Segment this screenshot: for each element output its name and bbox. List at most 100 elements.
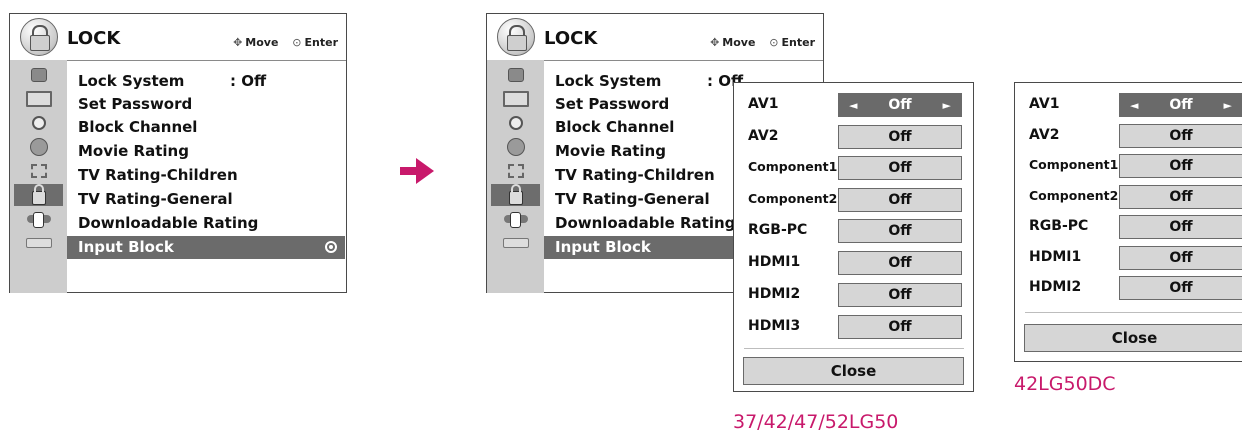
input-toggle[interactable]: Off xyxy=(838,125,962,149)
input-label: Component1 xyxy=(1029,157,1119,172)
input-toggle[interactable]: Off xyxy=(838,283,962,307)
input-block-popup-alt: AV1 ◄ Off ► AV2 Off Component1 Off Compo… xyxy=(1014,82,1242,362)
input-row-hdmi1: HDMI1 Off xyxy=(1015,243,1242,273)
disc-icon[interactable] xyxy=(14,112,63,134)
menu-item-label: Set Password xyxy=(555,95,670,113)
menu-item-label: Downloadable Rating xyxy=(78,214,259,232)
input-toggle[interactable]: Off xyxy=(838,156,962,180)
input-value: Off xyxy=(888,160,912,176)
menu-item-lock-system[interactable]: Lock System : Off xyxy=(67,70,345,93)
film-icon[interactable] xyxy=(491,160,540,182)
enter-label: Enter xyxy=(781,36,816,49)
menu-item-set-password[interactable]: Set Password xyxy=(67,93,345,116)
enter-label: Enter xyxy=(304,36,339,49)
input-value: Off xyxy=(888,223,912,239)
camera-icon[interactable] xyxy=(491,64,540,86)
menu-item-label: Lock System xyxy=(555,72,662,90)
input-toggle[interactable]: Off xyxy=(1119,215,1242,239)
input-toggle[interactable]: ◄ Off ► xyxy=(1119,93,1242,117)
close-button[interactable]: Close xyxy=(743,357,964,385)
disc-icon[interactable] xyxy=(491,112,540,134)
menu-item-tv-rating-general[interactable]: TV Rating-General xyxy=(67,188,345,211)
move-label: Move xyxy=(245,36,279,49)
menu-help: ✥ Move ⊙ Enter xyxy=(710,36,815,49)
menu-item-label: TV Rating-General xyxy=(555,190,710,208)
input-row-hdmi3: HDMI3 Off xyxy=(734,312,973,342)
input-row-component2: Component2 Off xyxy=(1015,182,1242,212)
input-row-component1: Component1 Off xyxy=(1015,151,1242,181)
input-value: Off xyxy=(1169,158,1193,174)
input-toggle[interactable]: Off xyxy=(838,251,962,275)
input-label: Component2 xyxy=(748,191,838,206)
plug-icon[interactable] xyxy=(14,208,63,230)
menu-item-label: Input Block xyxy=(78,238,174,256)
menu-item-label: Movie Rating xyxy=(555,142,666,160)
menu-item-tv-rating-children[interactable]: TV Rating-Children xyxy=(67,164,345,187)
input-toggle[interactable]: Off xyxy=(1119,276,1242,300)
menu-item-label: Set Password xyxy=(78,95,193,113)
screen-icon[interactable] xyxy=(14,88,63,110)
input-row-component1: Component1 Off xyxy=(734,153,973,183)
menu-item-value: : Off xyxy=(230,72,267,90)
input-value: Off xyxy=(888,287,912,303)
input-toggle[interactable]: Off xyxy=(838,315,962,339)
input-row-av2: AV2 Off xyxy=(734,122,973,152)
input-toggle[interactable]: Off xyxy=(1119,246,1242,270)
move-label: Move xyxy=(722,36,756,49)
input-toggle[interactable]: Off xyxy=(838,219,962,243)
lock-menu: LOCK ✥ Move ⊙ Enter Lock System : Off Set … xyxy=(9,13,347,293)
input-value: Off xyxy=(1169,97,1193,113)
input-row-rgb-pc: RGB-PC Off xyxy=(734,216,973,246)
usb-icon[interactable] xyxy=(14,232,63,254)
input-label: AV2 xyxy=(1029,127,1060,143)
input-label: HDMI1 xyxy=(1029,249,1082,265)
input-row-av2: AV2 Off xyxy=(1015,121,1242,151)
lock-icon[interactable] xyxy=(491,184,540,206)
input-label: HDMI3 xyxy=(748,318,801,334)
input-toggle[interactable]: Off xyxy=(838,188,962,212)
move-icon: ✥ xyxy=(710,36,720,49)
clock-icon[interactable] xyxy=(491,136,540,158)
input-toggle[interactable]: Off xyxy=(1119,185,1242,209)
input-value: Off xyxy=(888,192,912,208)
input-label: AV1 xyxy=(1029,96,1060,112)
input-label: Component1 xyxy=(748,159,838,174)
lock-icon xyxy=(497,18,535,56)
plug-icon[interactable] xyxy=(491,208,540,230)
input-label: Component2 xyxy=(1029,188,1119,203)
lock-icon[interactable] xyxy=(14,184,63,206)
menu-item-label: Block Channel xyxy=(555,118,675,136)
arrow-right-icon[interactable]: ► xyxy=(1224,94,1232,117)
input-toggle[interactable]: Off xyxy=(1119,154,1242,178)
arrow-right-icon[interactable]: ► xyxy=(943,94,951,117)
arrow-left-icon[interactable]: ◄ xyxy=(849,94,857,117)
input-toggle[interactable]: ◄ Off ► xyxy=(838,93,962,117)
menu-item-downloadable-rating[interactable]: Downloadable Rating xyxy=(67,212,345,235)
input-label: HDMI2 xyxy=(1029,279,1082,295)
clock-icon[interactable] xyxy=(14,136,63,158)
arrow-left-icon[interactable]: ◄ xyxy=(1130,94,1138,117)
screen-icon[interactable] xyxy=(491,88,540,110)
menu-item-input-block[interactable]: Input Block xyxy=(67,236,345,259)
film-icon[interactable] xyxy=(14,160,63,182)
input-value: Off xyxy=(1169,250,1193,266)
close-button[interactable]: Close xyxy=(1024,324,1242,352)
menu-header: LOCK ✥ Move ⊙ Enter xyxy=(10,14,346,61)
usb-icon[interactable] xyxy=(491,232,540,254)
enter-indicator-icon xyxy=(325,241,337,253)
input-row-rgb-pc: RGB-PC Off xyxy=(1015,212,1242,242)
menu-header: LOCK ✥ Move ⊙ Enter xyxy=(487,14,823,61)
menu-item-movie-rating[interactable]: Movie Rating xyxy=(67,140,345,163)
camera-icon[interactable] xyxy=(14,64,63,86)
divider xyxy=(744,348,964,349)
menu-item-label: TV Rating-General xyxy=(78,190,233,208)
menu-item-label: Input Block xyxy=(555,238,651,256)
input-toggle[interactable]: Off xyxy=(1119,124,1242,148)
input-value: Off xyxy=(888,255,912,271)
input-label: AV1 xyxy=(748,96,779,112)
menu-item-block-channel[interactable]: Block Channel xyxy=(67,116,345,139)
menu-title: LOCK xyxy=(544,28,598,49)
input-value: Off xyxy=(888,97,912,113)
menu-item-label: Movie Rating xyxy=(78,142,189,160)
lock-icon xyxy=(20,18,58,56)
